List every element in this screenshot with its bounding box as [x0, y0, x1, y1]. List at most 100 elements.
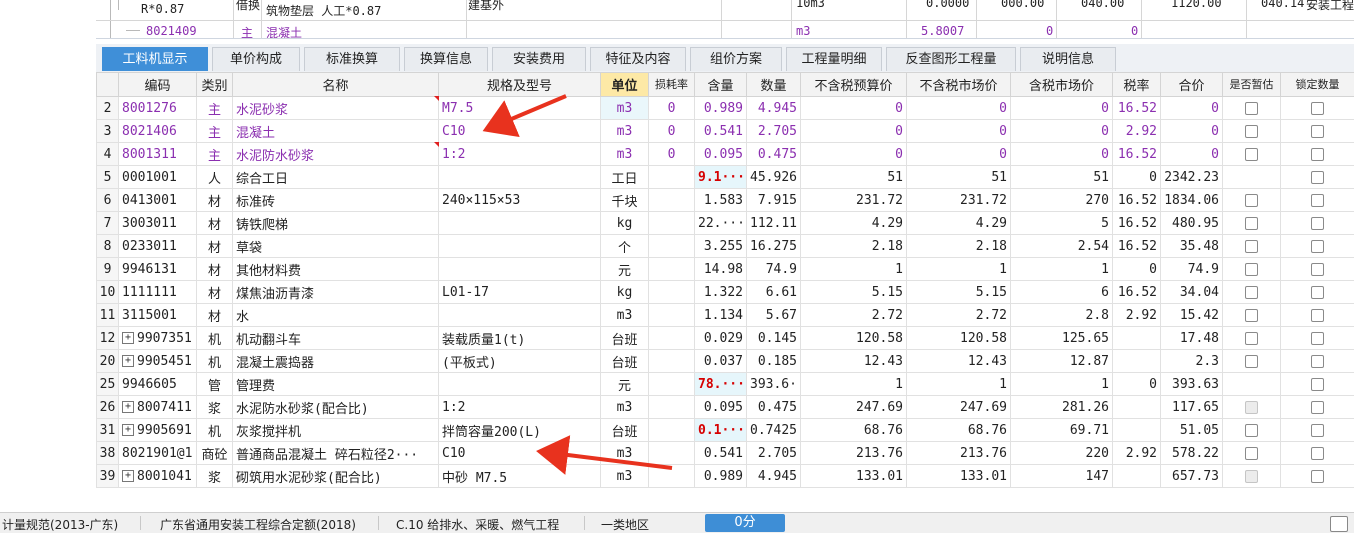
cell-loss-rate[interactable]: [649, 304, 695, 327]
cell-total[interactable]: 35.48: [1161, 235, 1223, 258]
cell-spec[interactable]: M7.5: [439, 97, 601, 120]
estimate-checkbox[interactable]: [1245, 125, 1258, 138]
cell-market-price-ex-tax[interactable]: 4.29: [907, 212, 1011, 235]
cell-loss-rate[interactable]: [649, 189, 695, 212]
estimate-checkbox[interactable]: [1245, 309, 1258, 322]
lock-checkbox[interactable]: [1311, 401, 1324, 414]
cell-name[interactable]: 水泥砂浆: [233, 97, 439, 120]
table-row[interactable]: 31+9905691机灰浆搅拌机拌筒容量200(L)台班0.1···0.7425…: [97, 419, 1354, 442]
cell-code[interactable]: +9907351: [119, 327, 197, 350]
cell-tax-rate[interactable]: 2.92: [1113, 442, 1161, 465]
cell-spec[interactable]: 中砂 M7.5: [439, 465, 601, 488]
expand-icon[interactable]: +: [122, 332, 134, 344]
cell-quantity[interactable]: 2.705: [747, 120, 801, 143]
cell-total[interactable]: 0: [1161, 120, 1223, 143]
estimate-checkbox[interactable]: [1245, 470, 1258, 483]
header-total[interactable]: 合价: [1161, 73, 1223, 97]
tab-material-machine[interactable]: 工料机显示: [102, 47, 208, 71]
cell-spec[interactable]: [439, 235, 601, 258]
header-market-price-in-tax[interactable]: 含税市场价: [1011, 73, 1113, 97]
lock-checkbox[interactable]: [1311, 332, 1324, 345]
cell-name[interactable]: 其他材料费: [233, 258, 439, 281]
cell-budget-price[interactable]: 68.76: [801, 419, 907, 442]
tab-description[interactable]: 说明信息: [1020, 47, 1116, 71]
cell-code[interactable]: 0233011: [119, 235, 197, 258]
cell-type[interactable]: 机: [197, 327, 233, 350]
table-row[interactable]: 73003011材铸铁爬梯kg22.···112.114.294.29516.5…: [97, 212, 1354, 235]
cell-unit[interactable]: 台班: [601, 327, 649, 350]
table-row[interactable]: 259946605管管理费元78.···393.6···1110393.63: [97, 373, 1354, 396]
cell-name[interactable]: 水: [233, 304, 439, 327]
cell-market-price-in-tax[interactable]: 2.8: [1011, 304, 1113, 327]
table-row[interactable]: 48001311主水泥防水砂浆1:2m300.0950.47500016.520: [97, 143, 1354, 166]
cell-tax-rate[interactable]: 16.52: [1113, 281, 1161, 304]
cell-unit[interactable]: 元: [601, 258, 649, 281]
cell-total[interactable]: 17.48: [1161, 327, 1223, 350]
cell-unit[interactable]: 工日: [601, 166, 649, 189]
cell-budget-price[interactable]: 120.58: [801, 327, 907, 350]
cell-market-price-ex-tax[interactable]: 133.01: [907, 465, 1011, 488]
cell-budget-price[interactable]: 2.18: [801, 235, 907, 258]
cell-quantity[interactable]: 7.915: [747, 189, 801, 212]
cell-tax-rate[interactable]: [1113, 327, 1161, 350]
cell-unit[interactable]: m3: [601, 143, 649, 166]
table-row[interactable]: 388021901@1商砼普通商品混凝土 碎石粒径2···C10m30.5412…: [97, 442, 1354, 465]
table-row[interactable]: 60413001材标准砖240×115×53千块1.5837.915231.72…: [97, 189, 1354, 212]
cell-type[interactable]: 主: [197, 120, 233, 143]
cell-market-price-ex-tax[interactable]: 247.69: [907, 396, 1011, 419]
cell-code[interactable]: 0413001: [119, 189, 197, 212]
cell-tax-rate[interactable]: [1113, 419, 1161, 442]
cell-tax-rate[interactable]: 0: [1113, 166, 1161, 189]
cell-total[interactable]: 51.05: [1161, 419, 1223, 442]
cell-type[interactable]: 浆: [197, 465, 233, 488]
cell-total[interactable]: 657.73: [1161, 465, 1223, 488]
cell-unit[interactable]: kg: [601, 212, 649, 235]
cell-unit[interactable]: m3: [601, 120, 649, 143]
cell-quantity[interactable]: 0.475: [747, 143, 801, 166]
cell-market-price-in-tax[interactable]: 281.26: [1011, 396, 1113, 419]
cell-code[interactable]: 1111111: [119, 281, 197, 304]
cell-market-price-in-tax[interactable]: 2.54: [1011, 235, 1113, 258]
cell-budget-price[interactable]: 12.43: [801, 350, 907, 373]
cell-unit[interactable]: 个: [601, 235, 649, 258]
cell-spec[interactable]: [439, 258, 601, 281]
cell-tax-rate[interactable]: 0: [1113, 258, 1161, 281]
cell-type[interactable]: 材: [197, 281, 233, 304]
cell-name[interactable]: 混凝土震捣器: [233, 350, 439, 373]
cell-tax-rate[interactable]: 16.52: [1113, 212, 1161, 235]
cell-loss-rate[interactable]: [649, 442, 695, 465]
cell-code[interactable]: 3115001: [119, 304, 197, 327]
header-type[interactable]: 类别: [197, 73, 233, 97]
table-row[interactable]: 99946131材其他材料费元14.9874.9111074.9: [97, 258, 1354, 281]
cell-content[interactable]: 14.98: [695, 258, 747, 281]
cell-type[interactable]: 材: [197, 258, 233, 281]
cell-quantity[interactable]: 393.6···: [747, 373, 801, 396]
tab-standard-conversion[interactable]: 标准换算: [304, 47, 400, 71]
cell-quantity[interactable]: 4.945: [747, 465, 801, 488]
tab-features[interactable]: 特征及内容: [590, 47, 686, 71]
cell-total[interactable]: 15.42: [1161, 304, 1223, 327]
cell-code[interactable]: 8021406: [119, 120, 197, 143]
cell-budget-price[interactable]: 5.15: [801, 281, 907, 304]
lock-checkbox[interactable]: [1311, 355, 1324, 368]
header-tax-rate[interactable]: 税率: [1113, 73, 1161, 97]
cell-type[interactable]: 材: [197, 304, 233, 327]
estimate-checkbox[interactable]: [1245, 194, 1258, 207]
cell-loss-rate[interactable]: [649, 465, 695, 488]
table-row[interactable]: 101111111材煤焦油沥青漆L01-17kg1.3226.615.155.1…: [97, 281, 1354, 304]
lock-checkbox[interactable]: [1311, 470, 1324, 483]
lock-checkbox[interactable]: [1311, 286, 1324, 299]
cell-name[interactable]: 水泥防水砂浆(配合比): [233, 396, 439, 419]
lock-checkbox[interactable]: [1311, 263, 1324, 276]
cell-type[interactable]: 商砼: [197, 442, 233, 465]
cell-quantity[interactable]: 0.145: [747, 327, 801, 350]
header-content[interactable]: 含量: [695, 73, 747, 97]
cell-loss-rate[interactable]: [649, 396, 695, 419]
cell-content[interactable]: 0.1···: [695, 419, 747, 442]
cell-tax-rate[interactable]: 16.52: [1113, 143, 1161, 166]
header-name[interactable]: 名称: [233, 73, 439, 97]
cell-total[interactable]: 578.22: [1161, 442, 1223, 465]
cell-type[interactable]: 浆: [197, 396, 233, 419]
cell-spec[interactable]: 拌筒容量200(L): [439, 419, 601, 442]
cell-code[interactable]: 9946131: [119, 258, 197, 281]
